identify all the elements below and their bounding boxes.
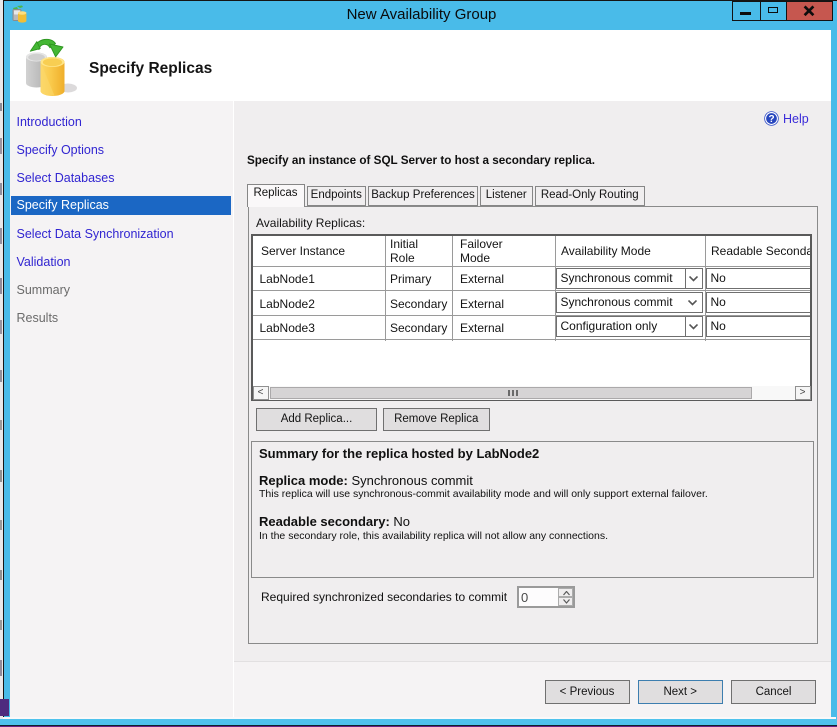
svg-text:?: ?	[768, 114, 774, 125]
